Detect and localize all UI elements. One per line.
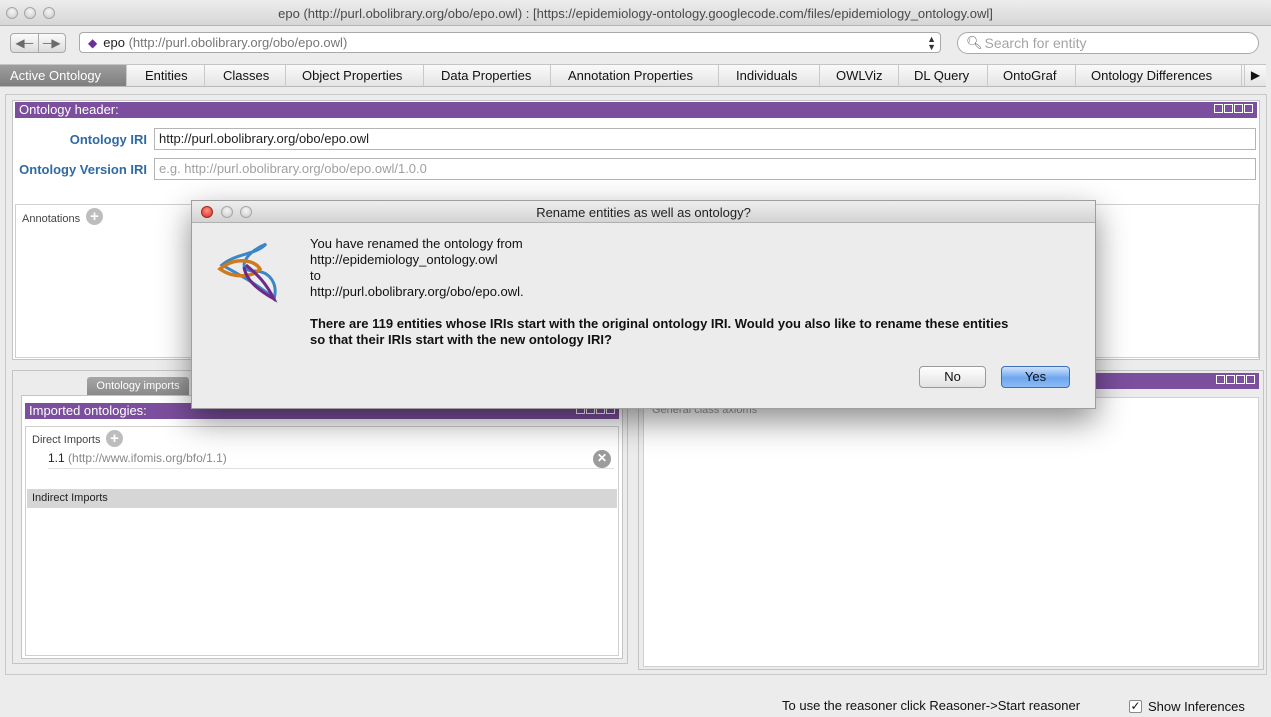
- view-float-icon[interactable]: [1216, 375, 1225, 384]
- show-inferences-label: Show Inferences: [1148, 699, 1245, 714]
- view-close-icon[interactable]: [1244, 104, 1253, 113]
- imports-content: Imported ontologies: Direct Imports + 1.…: [21, 395, 623, 659]
- imported-ontologies-title: Imported ontologies:: [29, 403, 147, 418]
- tab-active-ontology[interactable]: Active Ontology: [0, 65, 127, 86]
- ontology-selector-name: epo: [103, 35, 125, 50]
- annotations-label: Annotations: [22, 213, 81, 225]
- view-controls: [1214, 104, 1253, 113]
- tab-dl-query[interactable]: DL Query: [904, 65, 988, 86]
- entity-search: 🔍︎: [957, 32, 1259, 54]
- show-inferences-checkbox[interactable]: ✓: [1129, 700, 1142, 713]
- import-iri: (http://www.ifomis.org/bfo/1.1): [68, 451, 227, 465]
- indirect-imports-header: Indirect Imports: [27, 489, 617, 508]
- back-arrow-icon: ◀─: [15, 36, 34, 50]
- list-item[interactable]: 1.1 (http://www.ifomis.org/bfo/1.1): [48, 451, 614, 469]
- tab-owlviz[interactable]: OWLViz: [826, 65, 899, 86]
- rename-entities-dialog: Rename entities as well as ontology? You…: [191, 200, 1096, 409]
- direct-imports-label: Direct Imports: [32, 434, 101, 446]
- ontology-version-iri-label: Ontology Version IRI: [19, 162, 147, 177]
- tab-object-properties[interactable]: Object Properties: [292, 65, 424, 86]
- imports-list: Direct Imports + 1.1 (http://www.ifomis.…: [25, 426, 619, 656]
- view-minimize-icon[interactable]: [1226, 375, 1235, 384]
- tab-ontograf[interactable]: OntoGraf: [993, 65, 1076, 86]
- view-float-icon[interactable]: [1214, 104, 1223, 113]
- general-axioms-content: General class axioms: [643, 397, 1259, 667]
- ontology-selector-iri: (http://purl.obolibrary.org/obo/epo.owl): [128, 35, 348, 50]
- forward-arrow-icon: ─▶: [42, 36, 61, 50]
- no-button[interactable]: No: [919, 366, 986, 388]
- window-titlebar: epo (http://purl.obolibrary.org/obo/epo.…: [0, 0, 1271, 26]
- tab-entities[interactable]: Entities: [135, 65, 205, 86]
- remove-import-icon[interactable]: ✕: [593, 450, 611, 468]
- view-minimize-icon[interactable]: [1224, 104, 1233, 113]
- dialog-question-line2: so that their IRIs start with the new on…: [310, 332, 612, 347]
- reasoner-status: To use the reasoner click Reasoner->Star…: [782, 698, 1081, 713]
- dialog-message-line1: You have renamed the ontology from: [310, 236, 523, 251]
- search-icon: 🔍︎: [966, 35, 983, 50]
- back-button[interactable]: ◀─: [11, 34, 38, 52]
- ontology-header-title: Ontology header:: [19, 102, 119, 117]
- ontology-version-iri-field[interactable]: e.g. http://purl.obolibrary.org/obo/epo.…: [154, 158, 1256, 180]
- updown-arrows-icon: ▲ ▼: [927, 34, 936, 52]
- dialog-title: Rename entities as well as ontology?: [536, 205, 751, 220]
- workspace-tabs: Active Ontology Entities Classes Object …: [0, 64, 1266, 87]
- dialog-old-iri: http://epidemiology_ontology.owl: [310, 252, 498, 267]
- add-annotation-icon[interactable]: +: [86, 208, 103, 225]
- view-maximize-icon[interactable]: [1234, 104, 1243, 113]
- window-title: epo (http://purl.obolibrary.org/obo/epo.…: [278, 6, 993, 21]
- dialog-question-line1: There are 119 entities whose IRIs start …: [310, 316, 1009, 331]
- tab-classes[interactable]: Classes: [213, 65, 286, 86]
- tabs-overflow-arrow-icon[interactable]: ▶: [1244, 65, 1266, 86]
- view-maximize-icon[interactable]: [1236, 375, 1245, 384]
- axioms-view-controls: [1216, 375, 1255, 384]
- view-close-icon[interactable]: [1246, 375, 1255, 384]
- forward-button[interactable]: ─▶: [37, 34, 66, 52]
- dialog-to: to: [310, 268, 321, 283]
- ontology-iri-label: Ontology IRI: [69, 132, 147, 147]
- dialog-new-iri: http://purl.obolibrary.org/obo/epo.owl.: [310, 284, 524, 299]
- ontology-icon: ◆: [88, 35, 98, 50]
- ontology-header-title-bar: Ontology header:: [15, 102, 1257, 118]
- add-import-icon[interactable]: +: [106, 430, 123, 447]
- tab-ontology-imports[interactable]: Ontology imports: [87, 377, 189, 395]
- tab-annotation-properties[interactable]: Annotation Properties: [558, 65, 719, 86]
- yes-button[interactable]: Yes: [1001, 366, 1070, 388]
- tab-individuals[interactable]: Individuals: [726, 65, 820, 86]
- dialog-titlebar: Rename entities as well as ontology?: [192, 201, 1095, 223]
- tab-data-properties[interactable]: Data Properties: [431, 65, 551, 86]
- protege-logo-icon: [217, 242, 278, 303]
- imports-panel: Ontology imports Imported ontologies: Di…: [12, 370, 628, 664]
- ontology-iri-field[interactable]: http://purl.obolibrary.org/obo/epo.owl: [154, 128, 1256, 150]
- general-axioms-panel: General class axioms: [638, 370, 1264, 670]
- tab-ontology-differences[interactable]: Ontology Differences: [1081, 65, 1242, 86]
- import-name: 1.1: [48, 451, 65, 465]
- search-input[interactable]: [984, 35, 1255, 51]
- history-navigation: ◀─ ─▶: [10, 33, 66, 53]
- active-ontology-selector[interactable]: ◆ epo (http://purl.obolibrary.org/obo/ep…: [79, 32, 941, 53]
